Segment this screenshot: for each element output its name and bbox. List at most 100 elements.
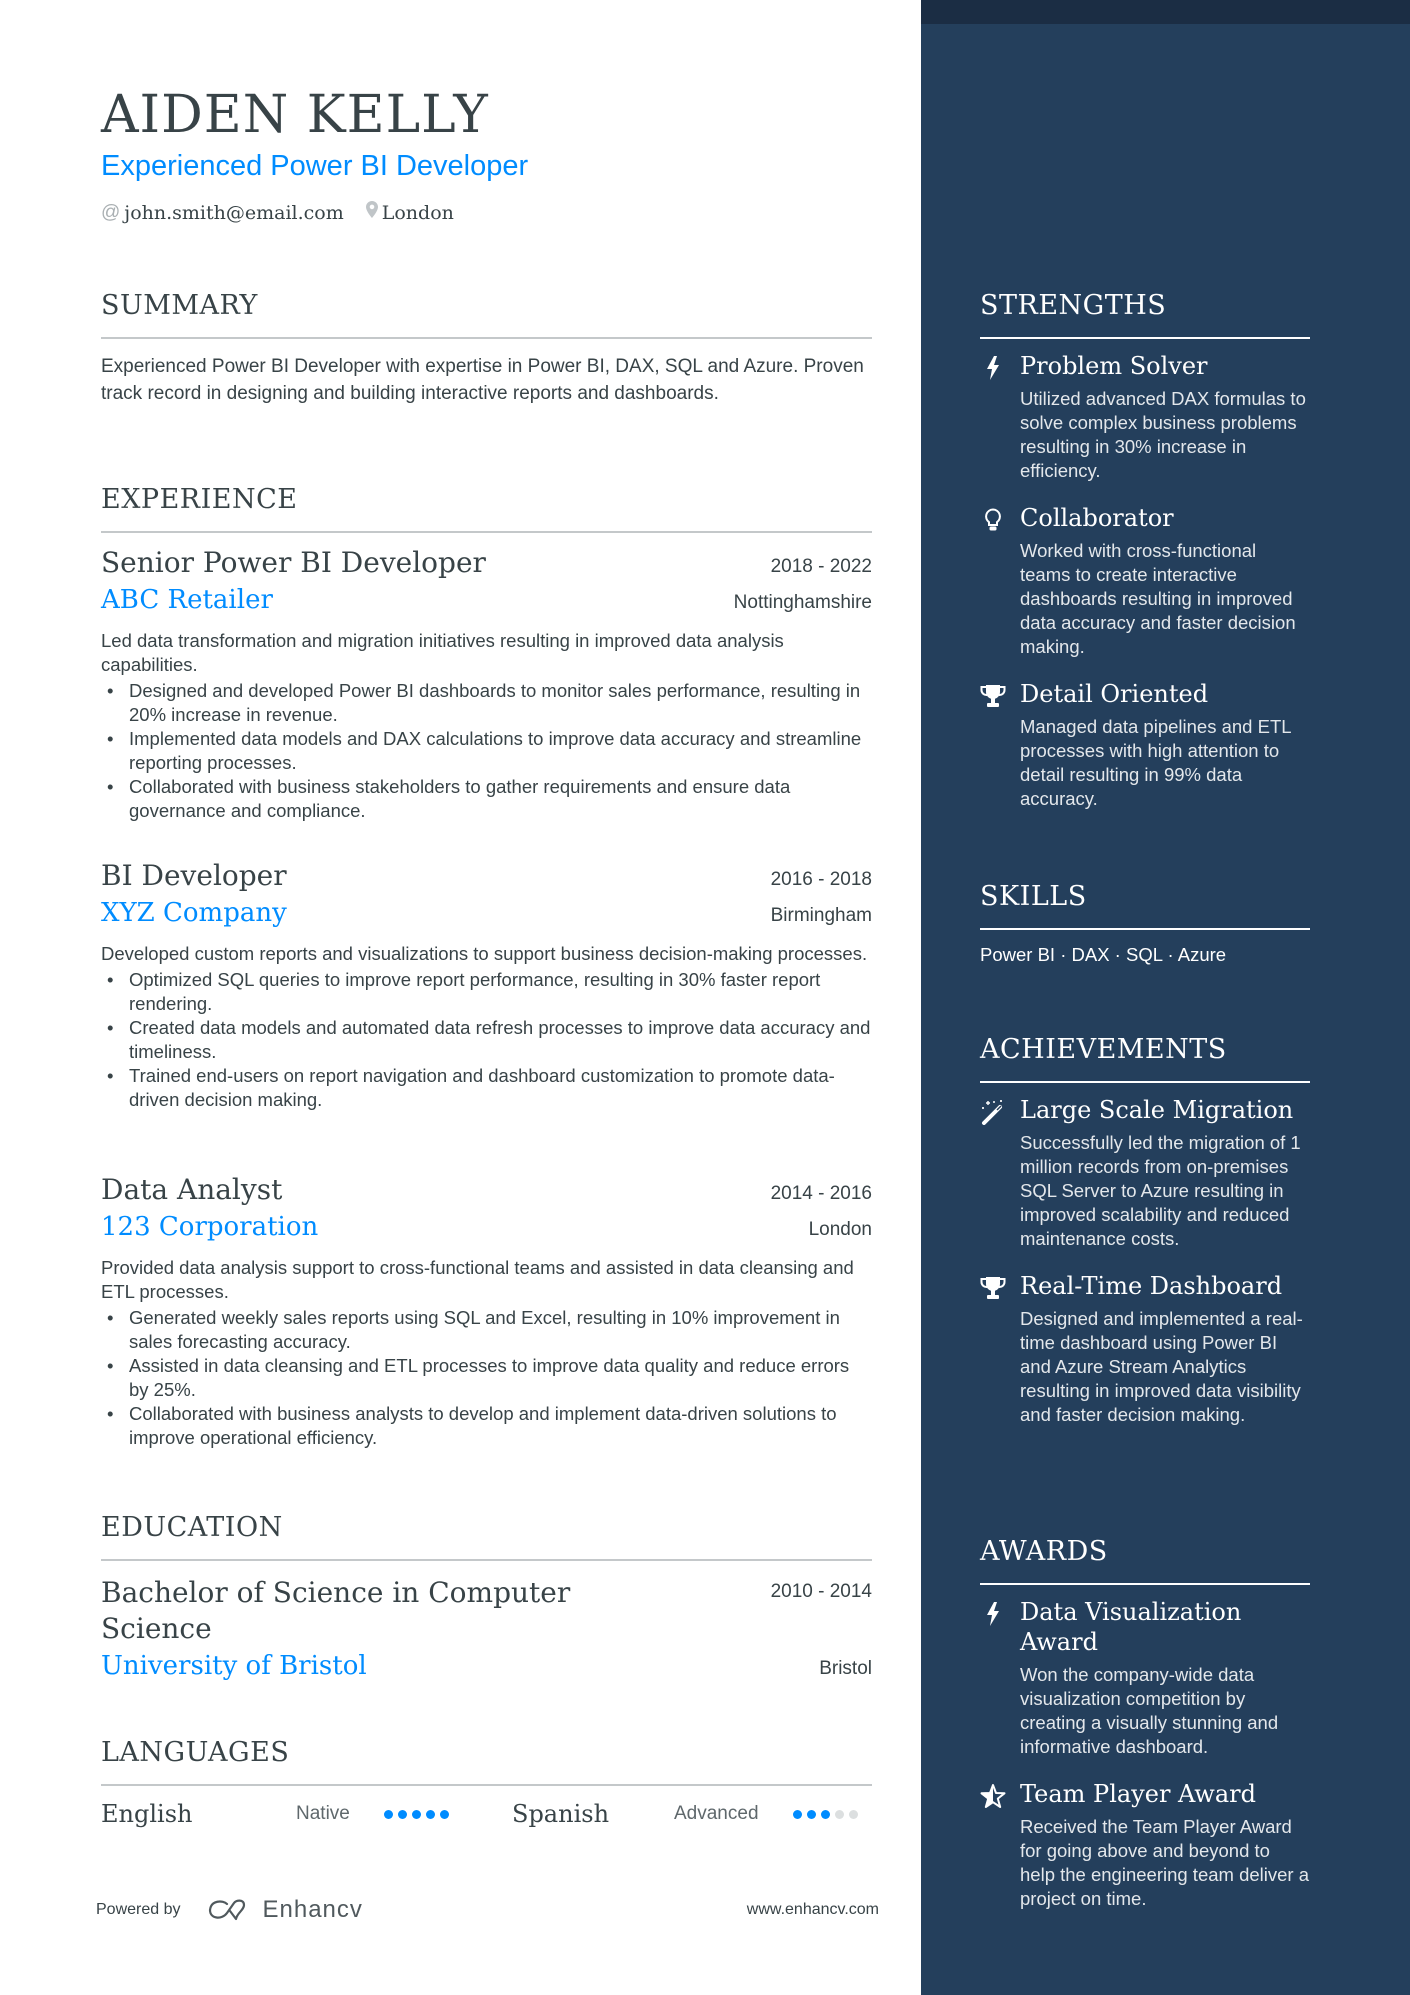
- trophy-icon: [980, 1275, 1006, 1301]
- lightbulb-icon: [980, 507, 1006, 533]
- bullet-item: Implemented data models and DAX calculat…: [101, 727, 872, 775]
- job-location: Birmingham: [770, 905, 872, 926]
- section-divider: [101, 337, 872, 339]
- experience-entry: Data Analyst 2014 - 2016 123 Corporation…: [101, 1173, 872, 1450]
- language-rating: [792, 1809, 863, 1819]
- achievement-title: Real-Time Dashboard: [1020, 1272, 1283, 1300]
- rating-dot-filled: [397, 1809, 407, 1819]
- skills-list: Power BI · DAX · SQL · Azure: [980, 944, 1227, 965]
- trophy-icon: [980, 683, 1006, 709]
- summary-section: SUMMARY Experienced Power BI Developer w…: [101, 290, 872, 407]
- experience-entry: Senior Power BI Developer 2018 - 2022 AB…: [101, 546, 872, 823]
- languages-section: LANGUAGES English Native Spanish Advance…: [101, 1737, 872, 1828]
- candidate-headline: Experienced Power BI Developer: [101, 150, 529, 182]
- strength-item: Detail Oriented Managed data pipelines a…: [980, 679, 1310, 811]
- strength-title: Detail Oriented: [1020, 680, 1209, 708]
- job-title: Data Analyst: [101, 1173, 283, 1206]
- section-divider: [101, 531, 872, 533]
- rating-dot-empty: [834, 1809, 844, 1819]
- section-title-strengths: STRENGTHS: [980, 290, 1167, 321]
- bullet-item: Collaborated with business analysts to d…: [101, 1402, 872, 1450]
- candidate-name: AIDEN KELLY: [101, 85, 489, 145]
- job-description: Led data transformation and migration in…: [101, 630, 784, 675]
- achievement-title: Large Scale Migration: [1020, 1096, 1294, 1124]
- school-name: University of Bristol: [101, 1651, 367, 1681]
- section-divider: [980, 1081, 1310, 1083]
- enhancv-logo[interactable]: Enhancv: [207, 1896, 363, 1924]
- section-divider: [980, 1583, 1310, 1585]
- bullet-item: Designed and developed Power BI dashboar…: [101, 679, 872, 727]
- section-divider: [980, 928, 1310, 930]
- section-divider: [980, 337, 1310, 339]
- strengths-section: STRENGTHS Problem Solver Utilized advanc…: [980, 290, 1310, 811]
- bullet-item: Optimized SQL queries to improve report …: [101, 968, 872, 1016]
- company-name: 123 Corporation: [101, 1212, 319, 1242]
- company-name: XYZ Company: [101, 898, 287, 928]
- award-description: Won the company-wide data visualization …: [1020, 1664, 1279, 1757]
- skills-section: SKILLS Power BI · DAX · SQL · Azure: [980, 881, 1310, 966]
- section-title-languages: LANGUAGES: [101, 1737, 290, 1768]
- magic-wand-icon: [980, 1099, 1006, 1125]
- award-item: Team Player Award Received the Team Play…: [980, 1779, 1310, 1911]
- job-bullets: Generated weekly sales reports using SQL…: [101, 1306, 872, 1450]
- language-level: Native: [296, 1803, 350, 1824]
- enhancv-url-link[interactable]: www.enhancv.com: [747, 1901, 879, 1919]
- strength-description: Utilized advanced DAX formulas to solve …: [1020, 388, 1306, 481]
- sidebar-top-band: [921, 0, 1410, 24]
- language-item: English Native: [101, 1800, 512, 1828]
- education-section: EDUCATION Bachelor of Science in Compute…: [101, 1512, 872, 1681]
- education-entry: Bachelor of Science in Computer Science …: [101, 1575, 872, 1647]
- footer: Powered by Enhancv www.enhancv.com: [96, 1896, 879, 1924]
- lightning-bolt-icon: [980, 355, 1006, 381]
- job-dates: 2018 - 2022: [770, 556, 872, 577]
- brand-name: Enhancv: [262, 1896, 363, 1923]
- experience-entry: BI Developer 2016 - 2018 XYZ Company Bir…: [101, 859, 872, 1112]
- powered-by-label: Powered by: [96, 1901, 181, 1918]
- language-name: Spanish: [512, 1800, 610, 1828]
- section-title-skills: SKILLS: [980, 881, 1087, 912]
- rating-dot-filled: [806, 1809, 816, 1819]
- job-description: Developed custom reports and visualizati…: [101, 943, 868, 964]
- company-name: ABC Retailer: [101, 585, 273, 615]
- achievement-description: Successfully led the migration of 1 mill…: [1020, 1132, 1301, 1249]
- job-location: Nottinghamshire: [733, 592, 872, 613]
- contact-email[interactable]: @ john.smith@email.com: [101, 202, 344, 224]
- contact-info: @ john.smith@email.com London: [101, 201, 476, 224]
- job-title: BI Developer: [101, 859, 287, 892]
- contact-location: London: [365, 201, 454, 224]
- email-text: john.smith@email.com: [124, 201, 344, 224]
- bullet-item: Assisted in data cleansing and ETL proce…: [101, 1354, 872, 1402]
- star-icon: [980, 1783, 1006, 1809]
- strength-title: Collaborator: [1020, 504, 1174, 532]
- section-title-achievements: ACHIEVEMENTS: [980, 1034, 1227, 1065]
- job-dates: 2016 - 2018: [770, 869, 872, 890]
- experience-section: EXPERIENCE: [101, 484, 872, 533]
- job-bullets: Optimized SQL queries to improve report …: [101, 968, 872, 1112]
- rating-dot-filled: [383, 1809, 393, 1819]
- awards-section: AWARDS Data Visualization Award Won the …: [980, 1536, 1310, 1911]
- bullet-item: Collaborated with business stakeholders …: [101, 775, 872, 823]
- rating-dot-filled: [439, 1809, 449, 1819]
- language-level: Advanced: [674, 1803, 759, 1824]
- job-bullets: Designed and developed Power BI dashboar…: [101, 679, 872, 823]
- languages-list: English Native Spanish Advanced: [101, 1800, 872, 1828]
- location-text: London: [381, 201, 454, 224]
- rating-dot-filled: [411, 1809, 421, 1819]
- award-description: Received the Team Player Award for going…: [1020, 1816, 1309, 1909]
- award-item: Data Visualization Award Won the company…: [980, 1597, 1310, 1759]
- strength-description: Worked with cross-functional teams to cr…: [1020, 540, 1296, 657]
- achievement-item: Real-Time Dashboard Designed and impleme…: [980, 1271, 1310, 1427]
- rating-dot-filled: [425, 1809, 435, 1819]
- sidebar: STRENGTHS Problem Solver Utilized advanc…: [921, 0, 1410, 1995]
- at-icon: @: [101, 201, 121, 223]
- job-title: Senior Power BI Developer: [101, 546, 486, 579]
- lightning-bolt-icon: [980, 1601, 1006, 1627]
- school-location: Bristol: [819, 1658, 872, 1679]
- section-title-awards: AWARDS: [980, 1536, 1108, 1567]
- award-title: Team Player Award: [1020, 1780, 1256, 1808]
- job-dates: 2014 - 2016: [770, 1183, 872, 1204]
- section-title-experience: EXPERIENCE: [101, 484, 298, 515]
- section-divider: [101, 1784, 872, 1786]
- language-rating: [383, 1809, 454, 1819]
- job-description: Provided data analysis support to cross-…: [101, 1257, 854, 1302]
